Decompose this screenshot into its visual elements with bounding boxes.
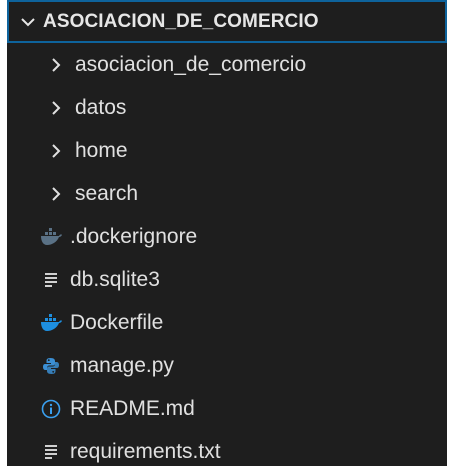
docker-icon: [40, 226, 62, 248]
python-icon: [40, 355, 62, 377]
tree-file-readme-md[interactable]: README.md: [7, 387, 447, 430]
tree-item-label: datos: [75, 95, 127, 119]
file-tree: asociacion_de_comercio datos home search: [7, 43, 447, 473]
tree-folder-asociacion-de-comercio[interactable]: asociacion_de_comercio: [7, 43, 447, 86]
explorer-root-title: ASOCIACION_DE_COMERCIO: [43, 10, 319, 32]
chevron-right-icon: [45, 97, 67, 119]
tree-file-requirements-txt[interactable]: requirements.txt: [7, 430, 447, 473]
docker-icon: [40, 312, 62, 334]
tree-item-label: .dockerignore: [70, 224, 198, 248]
explorer-root-folder[interactable]: ASOCIACION_DE_COMERCIO: [7, 0, 447, 43]
explorer-panel: ASOCIACION_DE_COMERCIO asociacion_de_com…: [7, 0, 447, 466]
text-lines-icon: [40, 269, 62, 291]
text-lines-icon: [40, 441, 62, 463]
info-icon: [40, 398, 62, 420]
tree-file-dockerignore[interactable]: .dockerignore: [7, 215, 447, 258]
tree-item-label: home: [75, 138, 128, 162]
chevron-down-icon: [19, 13, 37, 31]
tree-item-label: Dockerfile: [70, 310, 164, 334]
tree-item-label: search: [75, 181, 139, 205]
chevron-right-icon: [45, 183, 67, 205]
tree-folder-search[interactable]: search: [7, 172, 447, 215]
tree-file-manage-py[interactable]: manage.py: [7, 344, 447, 387]
tree-item-label: asociacion_de_comercio: [75, 52, 307, 76]
tree-file-dockerfile[interactable]: Dockerfile: [7, 301, 447, 344]
tree-item-label: manage.py: [70, 353, 174, 377]
tree-file-db-sqlite3[interactable]: db.sqlite3: [7, 258, 447, 301]
tree-item-label: db.sqlite3: [70, 267, 160, 291]
chevron-right-icon: [45, 54, 67, 76]
tree-folder-datos[interactable]: datos: [7, 86, 447, 129]
tree-item-label: README.md: [70, 396, 195, 420]
tree-item-label: requirements.txt: [70, 439, 221, 463]
tree-folder-home[interactable]: home: [7, 129, 447, 172]
chevron-right-icon: [45, 140, 67, 162]
